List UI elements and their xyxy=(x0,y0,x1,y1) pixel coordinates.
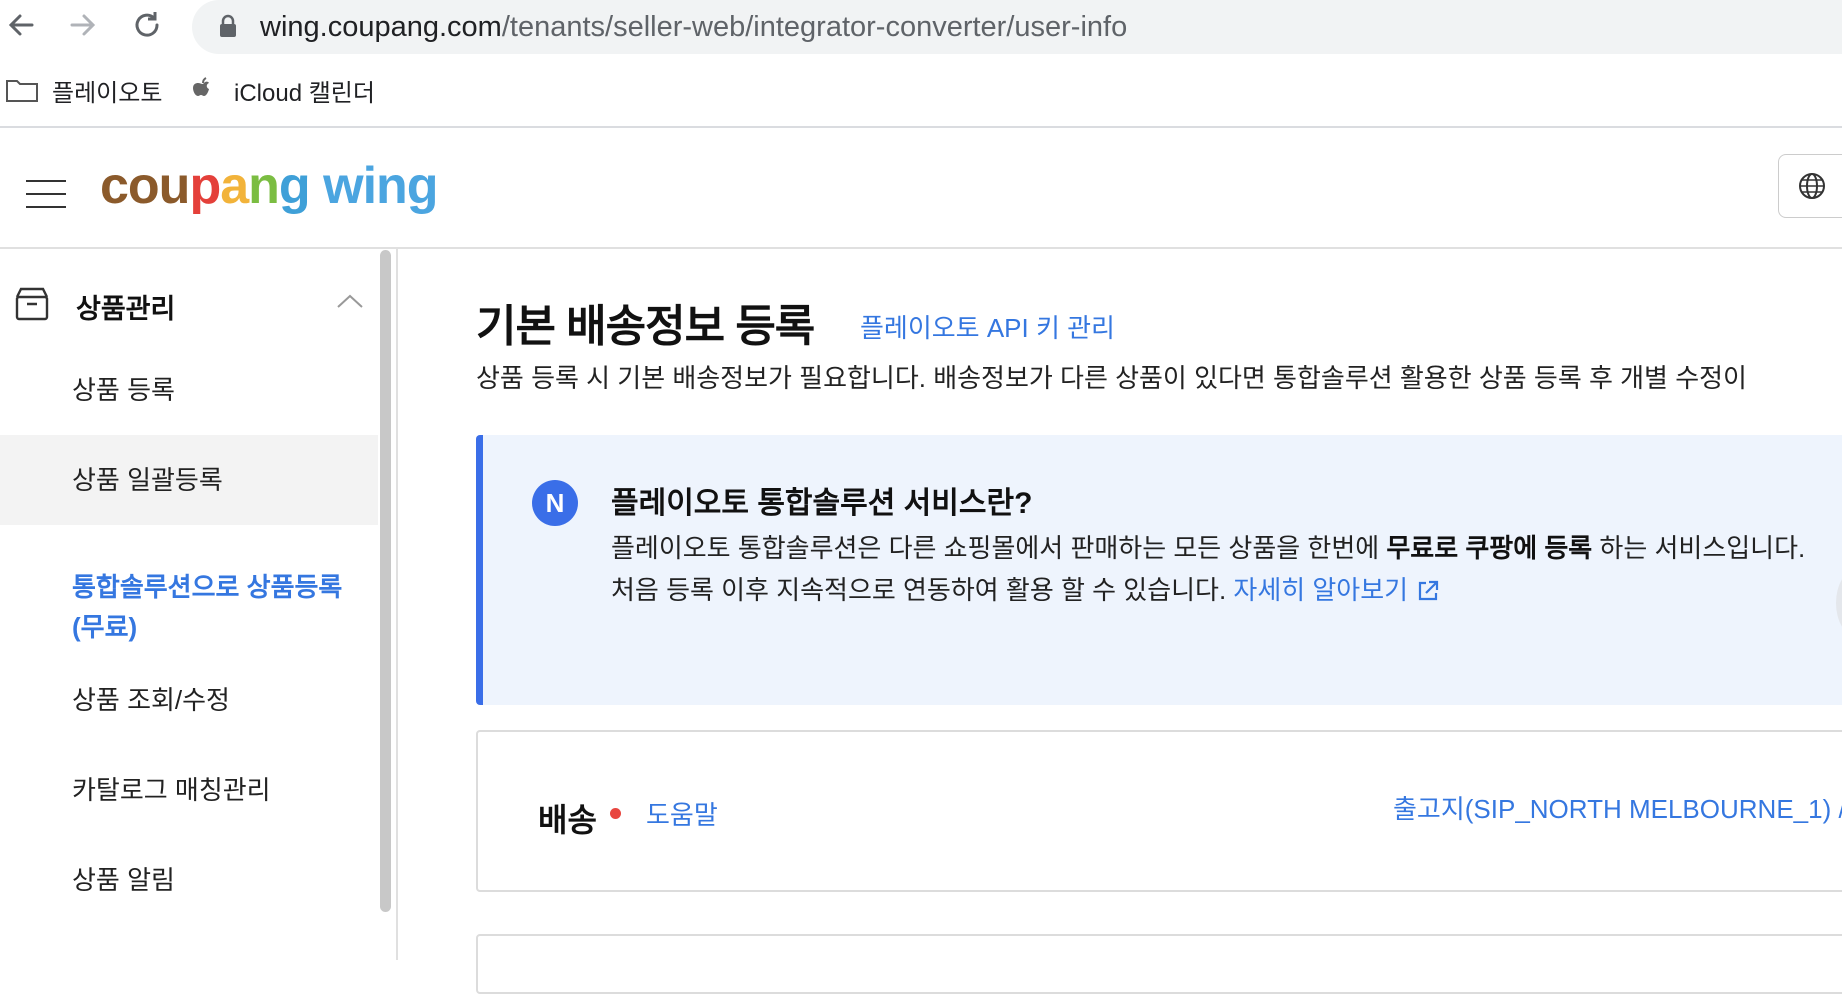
chevron-up-icon xyxy=(337,294,363,308)
menu-toggle-button[interactable] xyxy=(26,180,66,219)
api-key-management-link[interactable]: 플레이오토 API 키 관리 xyxy=(860,308,1115,345)
globe-icon xyxy=(1799,173,1825,199)
info-bold-text: 무료로 쿠팡에 등록 xyxy=(1386,533,1593,563)
info-title: 플레이오토 통합솔루션 서비스란? xyxy=(611,487,1033,520)
sidebar: 상품관리 상품 등록 상품 일괄등록 통합솔루션으로 상품등록 (무료) 상품 … xyxy=(0,249,396,960)
sidebar-item-product-register[interactable]: 상품 등록 xyxy=(0,345,378,435)
language-button[interactable] xyxy=(1778,154,1842,218)
bookmark-icloud-calendar[interactable]: iCloud 캘린더 xyxy=(192,72,375,108)
learn-more-label: 자세히 알아보기 xyxy=(1233,575,1409,605)
sidebar-item-label: 상품 일괄등록 xyxy=(72,465,223,495)
bookmark-label: 플레이오토 xyxy=(52,79,163,107)
sidebar-item-label: 상품 조회/수정 xyxy=(72,685,230,715)
url-path: /tenants/seller-web/integrator-converter… xyxy=(501,11,1128,43)
sidebar-item-catalog-matching[interactable]: 카탈로그 매칭관리 xyxy=(0,745,378,835)
learn-more-link[interactable]: 자세히 알아보기 xyxy=(1233,575,1441,605)
forward-arrow-icon xyxy=(70,14,96,36)
info-text: 플레이오토 통합솔루션은 다른 쇼핑몰에서 판매하는 모든 상품을 한번에 xyxy=(611,533,1387,563)
next-card xyxy=(476,934,1842,994)
new-badge: N xyxy=(532,480,578,526)
shipping-label: 배송 xyxy=(538,802,597,838)
sidebar-section-title: 상품관리 xyxy=(76,294,176,324)
help-link[interactable]: 도움말 xyxy=(646,795,718,832)
folder-icon xyxy=(6,80,38,102)
coupang-wing-logo[interactable]: coupang wing xyxy=(100,156,439,216)
info-text: 하는 서비스입니다. xyxy=(1592,533,1806,563)
info-line-1: 플레이오토 통합솔루션은 다른 쇼핑몰에서 판매하는 모든 상품을 한번에 무료… xyxy=(611,528,1805,565)
sidebar-item-label-line1: 통합솔루션으로 상품등록 xyxy=(72,572,343,602)
required-indicator xyxy=(610,808,621,819)
shipping-origin-link[interactable]: 출고지(SIP_NORTH MELBOURNE_1) / 일반 xyxy=(1393,789,1842,826)
info-text: 처음 등록 이후 지속적으로 연동하여 활용 할 수 있습니다. xyxy=(611,575,1234,605)
bookmark-label: iCloud 캘린더 xyxy=(234,79,375,107)
sidebar-item-product-search-edit[interactable]: 상품 조회/수정 xyxy=(0,655,378,745)
sidebar-item-label-line2: (무료) xyxy=(72,612,138,642)
sidebar-scrollbar[interactable] xyxy=(380,250,391,912)
bookmark-playauto[interactable]: 플레이오토 xyxy=(6,72,162,108)
page-description: 상품 등록 시 기본 배송정보가 필요합니다. 배송정보가 다른 상품이 있다면… xyxy=(476,363,1747,393)
sidebar-item-integrated-solution[interactable]: 통합솔루션으로 상품등록 (무료) xyxy=(0,567,378,647)
sidebar-item-label: 상품 알림 xyxy=(72,865,175,895)
sidebar-item-bulk-register[interactable]: 상품 일괄등록 xyxy=(0,435,378,525)
external-link-icon xyxy=(1419,580,1439,601)
info-line-2: 처음 등록 이후 지속적으로 연동하여 활용 할 수 있습니다. 자세히 알아보… xyxy=(611,570,1441,607)
sidebar-item-product-alerts[interactable]: 상품 알림 xyxy=(0,835,378,925)
back-arrow-icon xyxy=(8,14,34,36)
url-domain: wing.coupang.com xyxy=(260,11,502,43)
forward-button[interactable] xyxy=(64,6,102,44)
apple-icon xyxy=(193,77,209,96)
sidebar-item-label: 카탈로그 매칭관리 xyxy=(72,775,271,805)
sidebar-item-label: 상품 등록 xyxy=(72,375,175,405)
sidebar-divider xyxy=(396,249,398,960)
page-title: 기본 배송정보 등록 xyxy=(476,302,815,351)
url-text: wing.coupang.com/tenants/seller-web/inte… xyxy=(260,11,1127,44)
toolbar-divider xyxy=(0,126,1842,128)
reload-button[interactable] xyxy=(128,6,166,44)
back-button[interactable] xyxy=(2,6,40,44)
box-icon xyxy=(15,287,49,321)
lock-icon xyxy=(220,14,236,37)
reload-icon xyxy=(135,12,159,37)
